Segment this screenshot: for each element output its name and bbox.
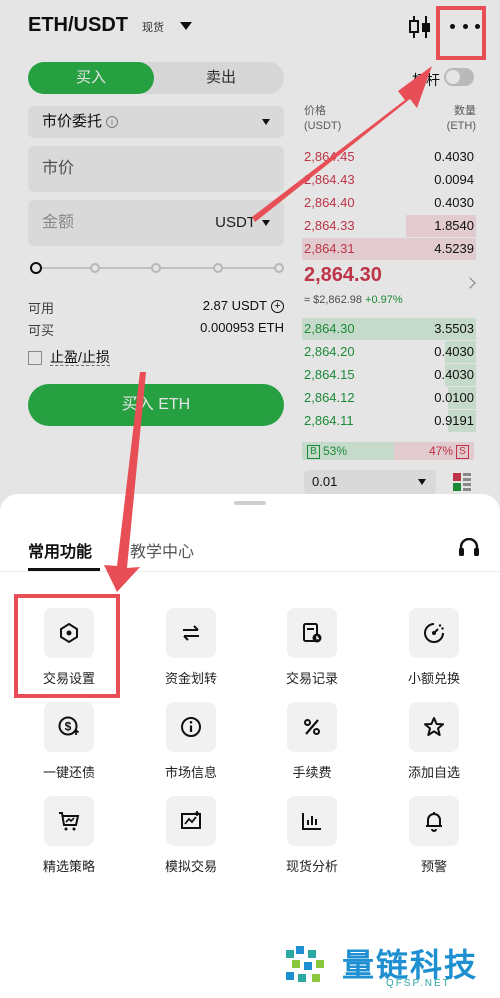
tool-label: 资金划转 (164, 671, 217, 686)
watermark-logo-icon (286, 946, 324, 982)
repay-debt-icon: $ (44, 702, 94, 752)
sheet-divider (0, 571, 500, 572)
bar-chart-icon (287, 796, 337, 846)
tool-label: 添加自选 (407, 765, 460, 780)
small-exchange-icon (409, 608, 459, 658)
tool-transfer-arrows[interactable]: 资金划转 (141, 608, 241, 698)
tool-label: 预警 (420, 859, 447, 874)
strategy-cart-icon (44, 796, 94, 846)
tool-star[interactable]: 添加自选 (384, 702, 484, 792)
tool-trade-record[interactable]: 交易记录 (262, 608, 362, 698)
annotation-box-more (436, 6, 486, 60)
tool-label: 手续费 (292, 765, 332, 780)
trade-screen: ETH/USDT 现货 杠杆 买入 卖出 市价委托 i 市价 金额 USDT 可… (0, 0, 500, 998)
star-icon (409, 702, 459, 752)
watermark: 量链科技 QFSP.NET (282, 940, 492, 992)
tool-label: 现货分析 (285, 859, 338, 874)
tool-bar-chart[interactable]: 现货分析 (262, 796, 362, 886)
watermark-domain: QFSP.NET (386, 978, 451, 989)
bell-icon (409, 796, 459, 846)
tool-label: 一键还债 (42, 765, 95, 780)
tool-label: 精选策略 (42, 859, 95, 874)
annotation-box-trade-settings (14, 594, 120, 698)
info-icon (166, 702, 216, 752)
tool-bell[interactable]: 预警 (384, 796, 484, 886)
tool-strategy-cart[interactable]: 精选策略 (19, 796, 119, 886)
demo-trade-icon (166, 796, 216, 846)
svg-text:$: $ (65, 720, 72, 734)
tool-repay-debt[interactable]: $ 一键还债 (19, 702, 119, 792)
tool-small-exchange[interactable]: 小额兑换 (384, 608, 484, 698)
tool-label: 交易记录 (285, 671, 338, 686)
tool-info[interactable]: 市场信息 (141, 702, 241, 792)
tool-demo-trade[interactable]: 模拟交易 (141, 796, 241, 886)
tab-common-functions[interactable]: 常用功能 (28, 538, 101, 571)
headset-icon[interactable] (458, 538, 480, 558)
tool-percent[interactable]: 手续费 (262, 702, 362, 792)
sheet-grabber[interactable] (234, 501, 266, 505)
percent-icon (287, 702, 337, 752)
transfer-arrows-icon (166, 608, 216, 658)
tool-label: 小额兑换 (407, 671, 460, 686)
tool-label: 模拟交易 (164, 859, 217, 874)
function-sheet: 常用功能 教学中心 交易设置 资金划转 交易记录 小额兑换 $ 一键还债 市场信息 手续费 添加… (0, 494, 500, 998)
trade-record-icon (287, 608, 337, 658)
tool-label: 市场信息 (164, 765, 217, 780)
tab-learning-center[interactable]: 教学中心 (130, 538, 194, 562)
